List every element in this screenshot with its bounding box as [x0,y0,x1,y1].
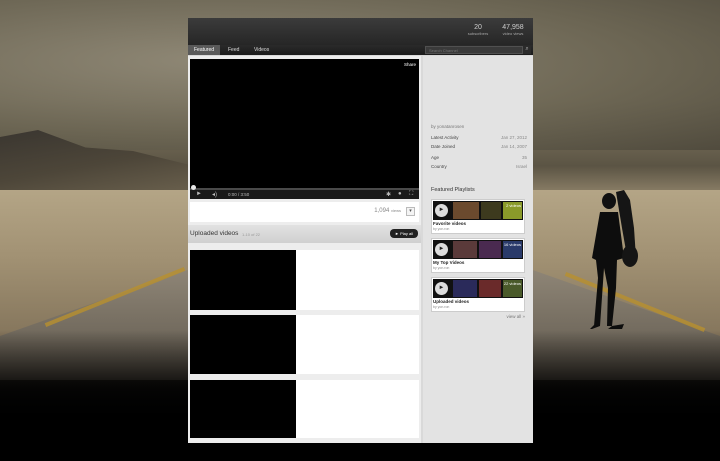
play-icon[interactable]: ► [435,282,448,295]
tab-featured[interactable]: Featured [188,45,220,55]
channel-sidebar: by yonatanrosen Latest Activity Jan 27, … [423,56,533,443]
video-views-stat: 47,958 video views [496,24,530,36]
playlist-name[interactable]: Uploaded videos [433,299,469,304]
playlist-name[interactable]: My Top Videos [433,260,464,265]
video-list-item[interactable] [190,250,419,310]
playlist-thumb [479,241,501,258]
playlist-thumb [481,202,501,219]
info-row-country: Country Israel [431,164,527,172]
playlist-card[interactable]: ► 2 videos Favorite videos by yon.ron [431,199,525,234]
subscribers-stat: 20 subscribers [464,24,492,36]
annotations-icon[interactable]: ● [398,191,402,197]
info-label: Age [431,155,440,160]
video-list-item[interactable] [190,380,419,438]
playlist-card[interactable]: ► 22 videos Uploaded videos by yon.ron [431,277,525,312]
playlist-owner: by yon.ron [433,266,450,270]
channel-nav: Featured Feed Videos ⌕ [188,45,533,55]
view-all-link[interactable]: view all » [506,314,525,319]
progress-bar[interactable] [190,185,419,190]
uploads-title: Uploaded videos [190,230,239,237]
info-label: Latest Activity [431,135,459,140]
info-value: Jan 14, 2007 [500,144,527,149]
video-thumbnail[interactable] [190,380,296,438]
video-views-count: 47,958 [502,24,524,31]
fullscreen-icon[interactable]: ⛶ [409,191,413,198]
player-controls: ► ◂) 0:00 / 3:50 ✱ ● ⛶ [190,185,419,199]
video-thumbnail[interactable] [190,315,296,374]
channel-header: 20 subscribers 47,958 video views [188,18,533,45]
playlist-thumb [453,241,477,258]
play-icon[interactable]: ► [435,243,448,256]
channel-page: 20 subscribers 47,958 video views Featur… [188,18,533,443]
info-label: Date Joined [431,144,456,149]
playlist-thumb [479,280,501,297]
playlist-thumb [453,280,477,297]
chevron-down-icon[interactable]: ▾ [406,207,415,216]
playlist-video-count: 16 videos [503,242,521,247]
tab-videos[interactable]: Videos [248,45,276,55]
uploads-count: 1-10 of 22 [242,232,261,237]
playlist-owner: by yon.ron [433,305,450,309]
playlist-owner: by yon.ron [433,227,450,231]
subscribers-label: subscribers [467,31,489,36]
featured-playlists-title: Featured Playlists [431,187,475,193]
video-list-item[interactable] [190,315,419,374]
info-value: 35 [521,155,527,160]
play-icon[interactable]: ► [196,191,202,197]
info-label: Country [431,164,447,169]
info-row-latest-activity: Latest Activity Jan 27, 2012 [431,135,527,143]
play-all-button[interactable]: ► Play all [390,229,418,238]
search-channel-input[interactable] [425,46,523,54]
playlist-thumbnails[interactable]: ► 16 videos [433,240,523,259]
info-value: Israel [515,164,527,169]
progress-handle[interactable] [191,185,196,190]
share-button[interactable]: Share [404,62,416,67]
video-views-row: 1,094 views ▾ [190,202,419,222]
info-row-date-joined: Date Joined Jan 14, 2007 [431,144,527,152]
video-view-count: 1,094 views [374,208,401,214]
uploads-header: Uploaded videos 1-10 of 22 ► Play all [188,225,421,243]
tab-feed[interactable]: Feed [222,45,244,55]
playlist-name[interactable]: Favorite videos [433,221,466,226]
walking-man-silhouette [590,190,638,329]
playlist-thumbnails[interactable]: ► 22 videos [433,279,523,298]
info-value: Jan 27, 2012 [500,135,527,140]
playlist-card[interactable]: ► 16 videos My Top Videos by yon.ron [431,238,525,273]
main-column: Share ► ◂) 0:00 / 3:50 ✱ ● ⛶ 1,094 views… [188,56,421,443]
playlist-video-count: 2 videos [506,203,521,208]
video-views-label: video views [502,31,524,36]
volume-icon[interactable]: ◂) [212,191,217,198]
search-icon[interactable]: ⌕ [523,46,531,54]
playlist-thumb [453,202,479,219]
video-thumbnail[interactable] [190,250,296,310]
playlist-video-count: 22 videos [503,281,521,286]
video-player[interactable]: Share ► ◂) 0:00 / 3:50 ✱ ● ⛶ [190,59,419,199]
subscribers-count: 20 [474,24,482,31]
channel-owner[interactable]: by yonatanrosen [431,124,464,129]
playlist-thumbnails[interactable]: ► 2 videos [433,201,523,220]
settings-gear-icon[interactable]: ✱ [386,191,391,198]
info-row-age: Age 35 [431,155,527,163]
play-icon[interactable]: ► [435,204,448,217]
playback-time: 0:00 / 3:50 [228,192,250,197]
